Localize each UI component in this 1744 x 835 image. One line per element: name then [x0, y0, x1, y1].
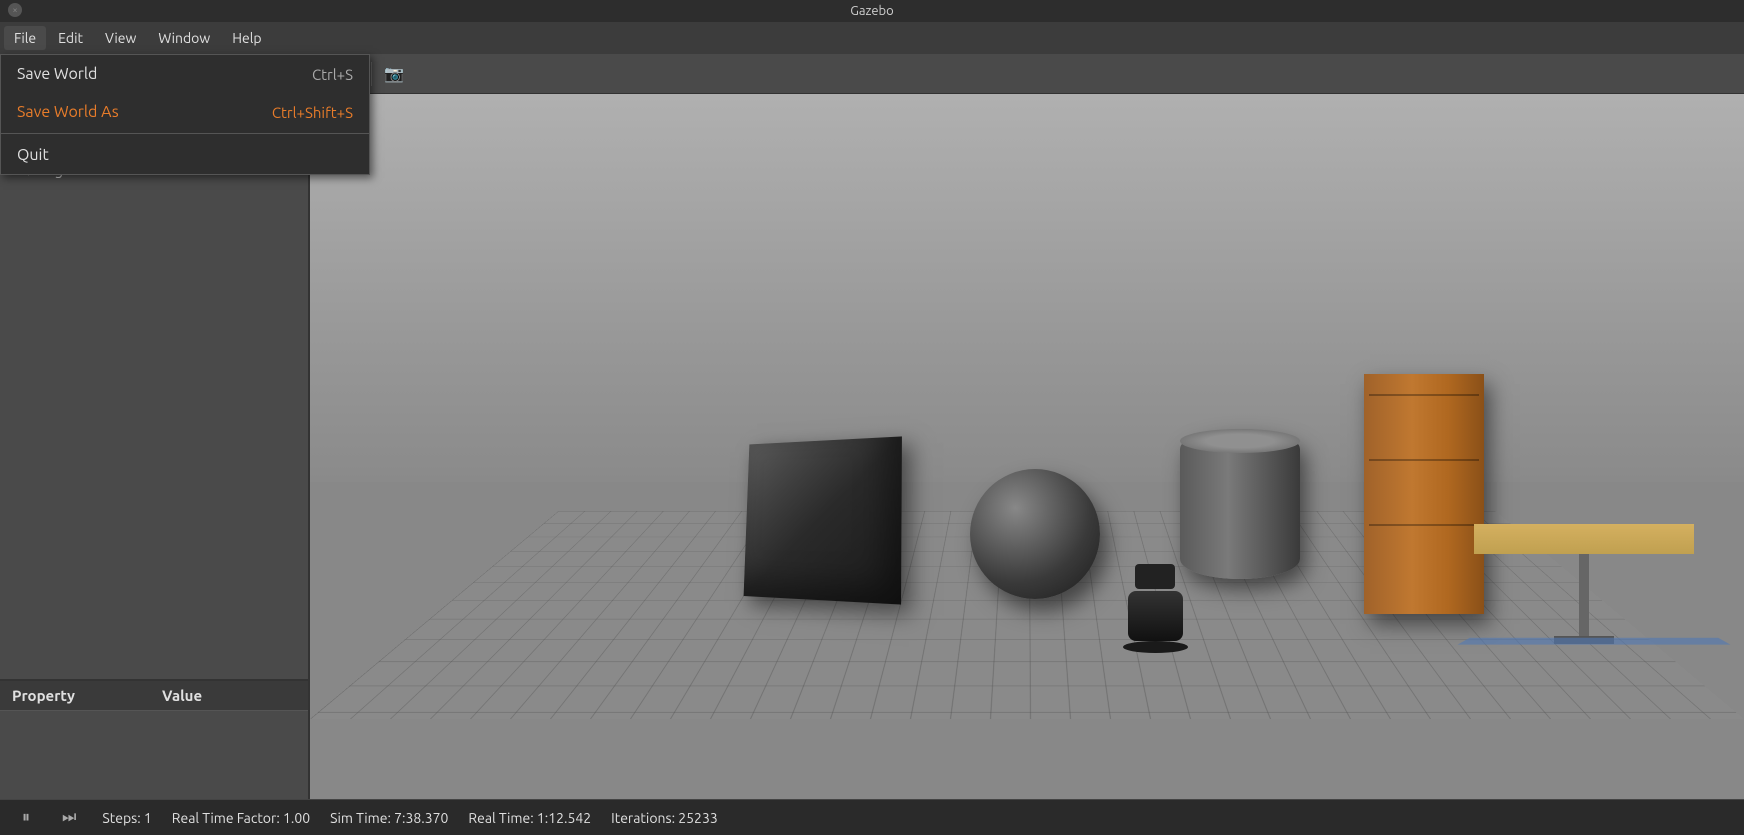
simtime-value: 7:38.370: [394, 810, 448, 826]
steps-label: Steps:: [102, 810, 140, 826]
save-world-label: Save World: [17, 65, 97, 83]
toolbar-screenshot[interactable]: 📷: [380, 60, 408, 88]
save-world-as-shortcut: Ctrl+Shift+S: [272, 104, 353, 121]
property-panel: Property Value: [0, 679, 308, 799]
table-object[interactable]: [1474, 524, 1694, 644]
title-bar: × Gazebo: [0, 0, 1744, 22]
simtime-label: Sim Time:: [330, 810, 391, 826]
menu-edit[interactable]: Edit: [48, 26, 93, 50]
menu-separator: [1, 133, 369, 134]
table-leg: [1579, 554, 1589, 644]
menu-help[interactable]: Help: [222, 26, 271, 50]
steps-value: 1: [144, 810, 152, 826]
left-panel: ▶ World ▶ Models ▶ Lights Property Value: [0, 94, 310, 799]
cylinder-object[interactable]: [1180, 429, 1300, 579]
property-col-header: Property: [0, 681, 150, 710]
realtime-value: 1:12.542: [537, 810, 591, 826]
realtime-label: Real Time:: [468, 810, 533, 826]
menu-file[interactable]: File: [4, 26, 46, 50]
sky-background: [310, 94, 1744, 482]
menu-view[interactable]: View: [95, 26, 146, 50]
rtf-text: Real Time Factor: 1.00: [172, 810, 310, 826]
toolbar-sep-4: [371, 62, 372, 86]
robot-base: [1123, 641, 1188, 653]
quit-label: Quit: [17, 146, 49, 164]
scene-canvas: [310, 94, 1744, 799]
cube-object[interactable]: [744, 436, 902, 604]
steps-text: Steps: 1: [102, 810, 151, 826]
pause-button[interactable]: ⏸: [16, 807, 36, 829]
viewport[interactable]: [310, 94, 1744, 799]
property-header: Property Value: [0, 681, 308, 711]
file-dropdown: Save World Ctrl+S Save World As Ctrl+Shi…: [0, 54, 370, 175]
robot-body: [1128, 591, 1183, 641]
close-button[interactable]: ×: [8, 3, 22, 17]
sphere-object[interactable]: [970, 469, 1100, 599]
iterations-text: Iterations: 25233: [611, 810, 718, 826]
robot-object[interactable]: [1120, 564, 1190, 644]
realtime-text: Real Time: 1:12.542: [468, 810, 591, 826]
menu-quit[interactable]: Quit: [1, 136, 369, 174]
robot-top: [1135, 564, 1175, 589]
menu-bar: File Edit View Window Help: [0, 22, 1744, 54]
window-title: Gazebo: [850, 4, 894, 18]
simtime-text: Sim Time: 7:38.370: [330, 810, 448, 826]
menu-window[interactable]: Window: [148, 26, 220, 50]
bookshelf-object[interactable]: [1364, 374, 1484, 614]
main-layout: ▶ World ▶ Models ▶ Lights Property Value: [0, 94, 1744, 799]
menu-save-world[interactable]: Save World Ctrl+S: [1, 55, 369, 93]
save-world-shortcut: Ctrl+S: [312, 66, 353, 83]
step-button[interactable]: ⏭: [56, 807, 82, 829]
rtf-label: Real Time Factor:: [172, 810, 280, 826]
table-top: [1474, 524, 1694, 554]
iterations-label: Iterations:: [611, 810, 675, 826]
iterations-value: 25233: [678, 810, 717, 826]
rtf-value: 1.00: [283, 810, 310, 826]
world-tree: ▶ World ▶ Models ▶ Lights: [0, 94, 308, 679]
value-col-header: Value: [150, 681, 214, 710]
menu-save-world-as[interactable]: Save World As Ctrl+Shift+S: [1, 93, 369, 131]
save-world-as-label: Save World As: [17, 103, 119, 121]
status-bar: ⏸ ⏭ Steps: 1 Real Time Factor: 1.00 Sim …: [0, 799, 1744, 835]
